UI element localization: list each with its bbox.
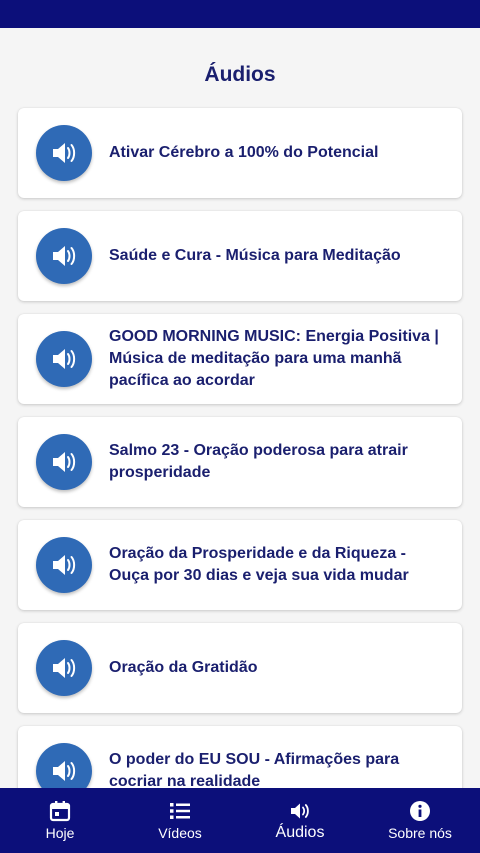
audio-title: Oração da Prosperidade e da Riqueza - Ou… xyxy=(109,545,409,584)
bottom-nav: Hoje Vídeos Áudios Sobre nós xyxy=(0,788,480,853)
audio-card[interactable]: Saúde e Cura - Música para Meditação xyxy=(18,211,462,301)
nav-item-audios[interactable]: Áudios xyxy=(240,788,360,853)
nav-item-sobre-nos[interactable]: Sobre nós xyxy=(360,788,480,853)
audio-card[interactable]: GOOD MORNING MUSIC: Energia Positiva | M… xyxy=(18,314,462,404)
nav-label: Vídeos xyxy=(158,825,202,841)
nav-label: Hoje xyxy=(45,825,75,841)
audio-title: O poder do EU SOU - Afirmações para cocr… xyxy=(109,751,400,788)
audio-title: Salmo 23 - Oração poderosa para atrair p… xyxy=(109,442,408,481)
speaker-icon xyxy=(36,331,92,387)
nav-label: Áudios xyxy=(275,824,325,841)
speaker-icon xyxy=(36,537,92,593)
speaker-icon xyxy=(36,434,92,490)
speaker-icon xyxy=(291,803,309,819)
audio-card[interactable]: Oração da Prosperidade e da Riqueza - Ou… xyxy=(18,520,462,610)
audio-title: Ativar Cérebro a 100% do Potencial xyxy=(109,144,379,161)
nav-item-videos[interactable]: Vídeos xyxy=(120,788,240,853)
speaker-icon xyxy=(36,125,92,181)
audio-list: Ativar Cérebro a 100% do Potencial Saúde… xyxy=(18,108,462,788)
info-icon xyxy=(410,801,430,821)
speaker-icon xyxy=(36,228,92,284)
audio-card[interactable]: Oração da Gratidão xyxy=(18,623,462,713)
speaker-icon xyxy=(36,640,92,696)
audio-card[interactable]: Salmo 23 - Oração poderosa para atrair p… xyxy=(18,417,462,507)
audio-title: Saúde e Cura - Música para Meditação xyxy=(109,247,401,264)
nav-item-hoje[interactable]: Hoje xyxy=(0,788,120,853)
status-bar xyxy=(0,0,480,28)
nav-label: Sobre nós xyxy=(388,825,452,841)
audio-card[interactable]: Ativar Cérebro a 100% do Potencial xyxy=(18,108,462,198)
audios-page: Áudios Ativar Cérebro a 100% do Potencia… xyxy=(0,28,480,788)
speaker-icon xyxy=(36,743,92,788)
calendar-icon xyxy=(49,801,71,822)
audio-title: GOOD MORNING MUSIC: Energia Positiva | M… xyxy=(109,328,439,389)
audio-card[interactable]: O poder do EU SOU - Afirmações para cocr… xyxy=(18,726,462,788)
audio-title: Oração da Gratidão xyxy=(109,659,258,676)
page-title: Áudios xyxy=(204,63,276,86)
list-icon xyxy=(170,803,190,819)
